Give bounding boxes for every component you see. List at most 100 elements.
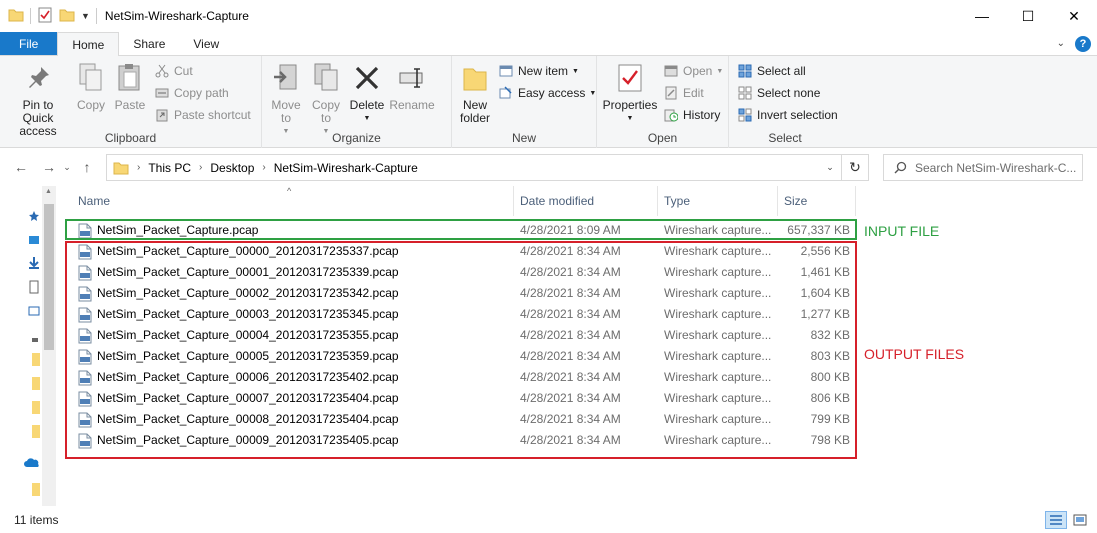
- group-open: Properties ▼ Open ▼ Edit History Open: [597, 56, 729, 148]
- properties-label: Properties: [602, 98, 658, 112]
- downloads-icon[interactable]: [28, 256, 40, 270]
- output-files-label: OUTPUT FILES: [864, 346, 965, 362]
- properties-icon[interactable]: [37, 7, 53, 26]
- column-header-date[interactable]: Date modified: [514, 186, 658, 216]
- open-icon: [663, 63, 679, 79]
- new-folder-icon[interactable]: [59, 7, 75, 26]
- refresh-icon[interactable]: ↻: [842, 154, 869, 181]
- chevron-down-icon[interactable]: ▼: [81, 11, 90, 21]
- column-header-type[interactable]: Type: [658, 186, 778, 216]
- folder-icon: [113, 161, 129, 175]
- move-to-label: Move to: [271, 98, 301, 125]
- new-item-button[interactable]: New item ▼: [498, 62, 596, 80]
- column-size-label: Size: [784, 194, 808, 208]
- nav-scrollbar-thumb[interactable]: [44, 204, 54, 350]
- invert-selection-icon: [737, 107, 753, 123]
- select-all-button[interactable]: Select all: [737, 62, 838, 80]
- quick-access-star-icon[interactable]: [28, 210, 40, 224]
- new-item-icon: [498, 63, 514, 79]
- chevron-down-icon: ▼: [572, 67, 579, 75]
- chevron-right-icon[interactable]: ›: [262, 162, 265, 173]
- edit-label: Edit: [683, 86, 704, 100]
- folder-icon: [459, 60, 491, 96]
- close-button[interactable]: ✕: [1051, 0, 1097, 32]
- search-input[interactable]: Search NetSim-Wireshark-C...: [883, 154, 1083, 181]
- breadcrumb-current-folder[interactable]: NetSim-Wireshark-Capture: [274, 161, 418, 175]
- forward-button[interactable]: →: [38, 156, 60, 178]
- edit-button[interactable]: Edit: [663, 84, 723, 102]
- column-date-label: Date modified: [520, 194, 595, 208]
- new-item-label: New item: [518, 64, 569, 78]
- help-icon[interactable]: ?: [1075, 35, 1091, 52]
- paste-icon: [114, 60, 146, 96]
- tab-share[interactable]: Share: [119, 32, 179, 55]
- address-dropdown[interactable]: ⌄: [819, 155, 841, 180]
- invert-selection-button[interactable]: Invert selection: [737, 106, 838, 124]
- pin-icon: [22, 60, 54, 96]
- chevron-down-icon: ▼: [626, 115, 634, 122]
- column-header-name[interactable]: Name: [72, 186, 514, 216]
- address-bar[interactable]: › This PC › Desktop › NetSim-Wireshark-C…: [106, 154, 842, 181]
- rename-icon: [396, 60, 428, 96]
- title-bar: ▼ NetSim-Wireshark-Capture — ☐ ✕: [0, 0, 1097, 32]
- column-type-label: Type: [664, 194, 691, 208]
- folder-icon[interactable]: [28, 352, 40, 366]
- cut-button[interactable]: Cut: [154, 62, 251, 80]
- chevron-down-icon: ▼: [716, 67, 724, 75]
- pictures-icon[interactable]: [28, 304, 40, 318]
- back-button[interactable]: ←: [10, 156, 32, 178]
- folder-icon[interactable]: [28, 376, 40, 390]
- invert-selection-label: Invert selection: [757, 108, 838, 122]
- tab-file[interactable]: File: [0, 32, 58, 55]
- paste-shortcut-button[interactable]: Paste shortcut: [154, 106, 251, 124]
- chevron-right-icon[interactable]: ›: [137, 162, 140, 173]
- easy-access-icon: [498, 85, 514, 101]
- view-switcher: [1045, 511, 1091, 529]
- folder-icon[interactable]: [28, 424, 40, 438]
- large-icons-view-button[interactable]: [1069, 511, 1091, 529]
- delete-label: Delete: [349, 98, 385, 112]
- folder-icon[interactable]: [28, 482, 40, 496]
- cut-label: Cut: [174, 64, 193, 78]
- status-item-count: 11 items: [14, 513, 59, 527]
- history-button[interactable]: History: [663, 106, 723, 124]
- tab-view[interactable]: View: [179, 32, 233, 55]
- search-placeholder: Search NetSim-Wireshark-C...: [915, 160, 1077, 175]
- pin-icon[interactable]: [28, 334, 40, 348]
- copy-path-button[interactable]: Copy path: [154, 84, 251, 102]
- chevron-down-icon[interactable]: ⌄: [1057, 38, 1065, 49]
- scroll-up-icon[interactable]: ▲: [45, 188, 52, 195]
- column-name-label: Name: [78, 194, 111, 208]
- folder-icon[interactable]: [28, 400, 40, 414]
- select-all-label: Select all: [757, 64, 806, 78]
- copy-to-icon: [310, 60, 342, 96]
- documents-icon[interactable]: [28, 280, 40, 294]
- up-button[interactable]: ↑: [76, 156, 98, 178]
- desktop-icon[interactable]: [28, 234, 40, 248]
- details-view-button[interactable]: [1045, 511, 1067, 529]
- group-organize: Move to ▼ Copy to ▼ Delete ▼ Rename Orga…: [262, 56, 452, 148]
- onedrive-icon[interactable]: [24, 456, 40, 470]
- group-label-select: Select: [768, 131, 802, 145]
- open-button[interactable]: Open ▼: [663, 62, 723, 80]
- maximize-button[interactable]: ☐: [1005, 0, 1051, 32]
- minimize-button[interactable]: —: [959, 0, 1005, 32]
- sort-ascending-icon: ^: [287, 186, 292, 196]
- breadcrumb-desktop[interactable]: Desktop: [210, 161, 254, 175]
- breadcrumb-this-pc[interactable]: This PC: [148, 161, 191, 175]
- paste-shortcut-label: Paste shortcut: [174, 108, 251, 122]
- select-none-button[interactable]: Select none: [737, 84, 838, 102]
- select-none-icon: [737, 85, 753, 101]
- copy-to-label: Copy to: [311, 98, 340, 125]
- group-label-open: Open: [647, 131, 678, 145]
- paste-label: Paste: [114, 98, 146, 112]
- open-label: Open: [683, 64, 713, 78]
- group-label-new: New: [511, 131, 536, 145]
- edit-icon: [663, 85, 679, 101]
- easy-access-button[interactable]: Easy access ▼: [498, 84, 596, 102]
- toolbar-divider: [95, 8, 97, 24]
- tab-home[interactable]: Home: [57, 32, 120, 56]
- recent-locations-button[interactable]: ⌄: [60, 156, 74, 178]
- column-header-size[interactable]: Size: [778, 186, 856, 216]
- chevron-right-icon[interactable]: ›: [199, 162, 202, 173]
